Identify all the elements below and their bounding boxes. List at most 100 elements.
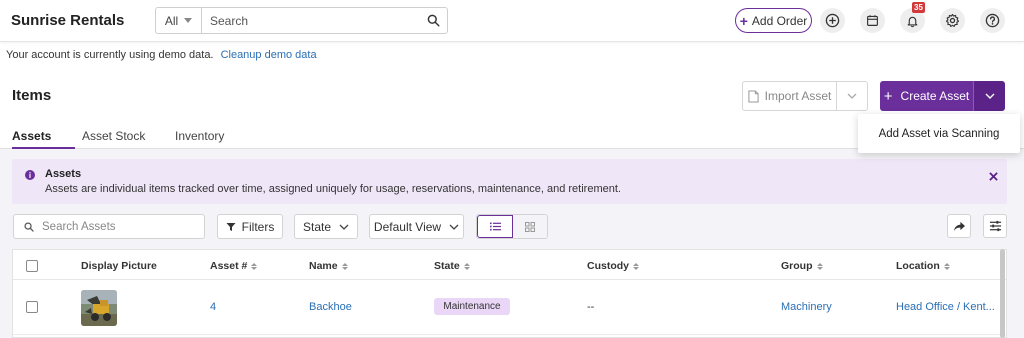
list-icon	[489, 222, 501, 231]
tab-asset-stock[interactable]: Asset Stock	[82, 129, 145, 143]
location-link[interactable]: Head Office / Kent...	[896, 301, 995, 313]
table-header: Display Picture Asset # Name State Custo…	[13, 250, 1006, 280]
add-order-label: Add Order	[751, 13, 808, 28]
sort-icon	[251, 262, 258, 270]
create-dropdown-toggle[interactable]	[973, 81, 1005, 111]
sort-icon	[816, 262, 823, 270]
table-row[interactable]: 4 Backhoe Maintenance -- Machinery Head …	[13, 281, 1006, 335]
search-scope-label: All	[164, 13, 179, 28]
demo-notice-text: Your account is currently using demo dat…	[6, 49, 214, 61]
calendar-button[interactable]	[860, 8, 885, 33]
search-button[interactable]	[419, 8, 447, 33]
import-asset-button[interactable]: Import Asset	[743, 82, 837, 110]
create-asset-label: Create Asset	[900, 89, 970, 103]
top-bar: Sunrise Rentals All Search + Add Order 3…	[0, 0, 1024, 42]
grid-view-button[interactable]	[513, 215, 547, 238]
view-select-label: Default View	[373, 219, 442, 234]
page-title: Items	[12, 87, 52, 104]
add-circle-icon	[825, 13, 840, 28]
sort-icon	[341, 262, 348, 270]
import-asset-button-group: Import Asset	[742, 81, 868, 111]
sort-icon	[463, 262, 470, 270]
column-label: Asset #	[210, 260, 248, 272]
column-header-custody[interactable]: Custody	[587, 260, 639, 272]
state-select-label: State	[302, 219, 332, 234]
column-header-asset-number[interactable]: Asset #	[210, 260, 258, 272]
notification-count-badge: 35	[912, 2, 925, 13]
asset-name-link[interactable]: Backhoe	[309, 301, 352, 313]
column-settings-button[interactable]	[983, 214, 1007, 238]
add-order-button[interactable]: + Add Order	[735, 8, 812, 33]
row-checkbox[interactable]	[26, 301, 38, 313]
create-asset-button-group: + Create Asset	[880, 81, 1005, 111]
grid-icon	[525, 221, 535, 232]
column-header-display-picture: Display Picture	[81, 260, 157, 272]
assets-table: Display Picture Asset # Name State Custo…	[12, 249, 1007, 338]
column-header-group[interactable]: Group	[781, 260, 823, 272]
help-icon	[985, 13, 1000, 28]
search-icon	[427, 14, 440, 27]
chevron-down-icon	[339, 224, 349, 230]
table-scrollbar[interactable]	[1000, 249, 1005, 338]
filters-button[interactable]: Filters	[217, 214, 283, 239]
brand-name[interactable]: Sunrise Rentals	[11, 12, 124, 29]
plus-icon: +	[739, 12, 748, 29]
menu-item-add-via-scanning[interactable]: Add Asset via Scanning	[879, 128, 1000, 140]
chevron-down-icon	[985, 93, 994, 99]
info-title: Assets	[45, 168, 82, 180]
column-header-name[interactable]: Name	[309, 260, 348, 272]
global-search: All Search	[155, 7, 448, 34]
view-select[interactable]: Default View	[369, 214, 464, 239]
search-scope-select[interactable]: All	[156, 8, 202, 33]
create-asset-button[interactable]: + Create Asset	[880, 81, 973, 111]
search-assets-input[interactable]: Search Assets	[13, 214, 205, 239]
search-assets-placeholder: Search Assets	[42, 220, 116, 233]
import-asset-label: Import Asset	[764, 89, 832, 103]
column-header-state[interactable]: State	[434, 260, 470, 272]
search-icon	[24, 221, 34, 232]
help-button[interactable]	[980, 8, 1005, 33]
caret-down-icon	[184, 18, 193, 23]
create-asset-dropdown-menu: Add Asset via Scanning	[858, 114, 1020, 153]
settings-button[interactable]	[940, 8, 965, 33]
calendar-icon	[867, 15, 878, 26]
column-label: Group	[781, 260, 813, 272]
filter-icon	[226, 222, 236, 231]
close-icon	[988, 171, 998, 181]
quick-add-button[interactable]	[820, 8, 845, 33]
bell-icon	[907, 16, 918, 27]
list-view-button[interactable]	[477, 215, 513, 238]
info-icon: i	[25, 170, 35, 180]
search-input[interactable]: Search	[202, 8, 419, 33]
asset-thumbnail[interactable]	[81, 290, 117, 326]
column-label: Location	[896, 260, 940, 272]
asset-number-link[interactable]: 4	[210, 301, 216, 313]
sort-icon	[943, 262, 950, 270]
custody-value: --	[587, 301, 595, 313]
cleanup-demo-link[interactable]: Cleanup demo data	[221, 49, 317, 61]
close-banner-button[interactable]	[987, 170, 999, 182]
demo-data-notice: Your account is currently using demo dat…	[6, 49, 317, 61]
gear-icon	[945, 13, 960, 27]
import-dropdown-toggle[interactable]	[837, 82, 867, 110]
column-header-location[interactable]: Location	[896, 260, 950, 272]
layout-toggle	[476, 214, 548, 239]
plus-icon: +	[883, 87, 893, 105]
chevron-down-icon	[847, 93, 857, 99]
sort-icon	[633, 262, 639, 270]
tab-assets[interactable]: Assets	[12, 129, 51, 143]
info-banner: i Assets Assets are individual items tra…	[12, 159, 1007, 204]
tab-inventory[interactable]: Inventory	[175, 129, 224, 143]
backhoe-photo	[81, 290, 117, 326]
group-link[interactable]: Machinery	[781, 301, 832, 313]
state-select[interactable]: State	[294, 214, 358, 239]
chevron-down-icon	[449, 224, 459, 230]
share-button[interactable]	[947, 214, 971, 238]
column-label: Custody	[587, 260, 629, 272]
state-badge: Maintenance	[434, 298, 510, 315]
column-label: State	[434, 260, 460, 272]
info-description: Assets are individual items tracked over…	[45, 183, 621, 195]
filters-label: Filters	[241, 219, 275, 234]
column-label: Name	[309, 260, 338, 272]
select-all-checkbox[interactable]	[26, 260, 38, 272]
